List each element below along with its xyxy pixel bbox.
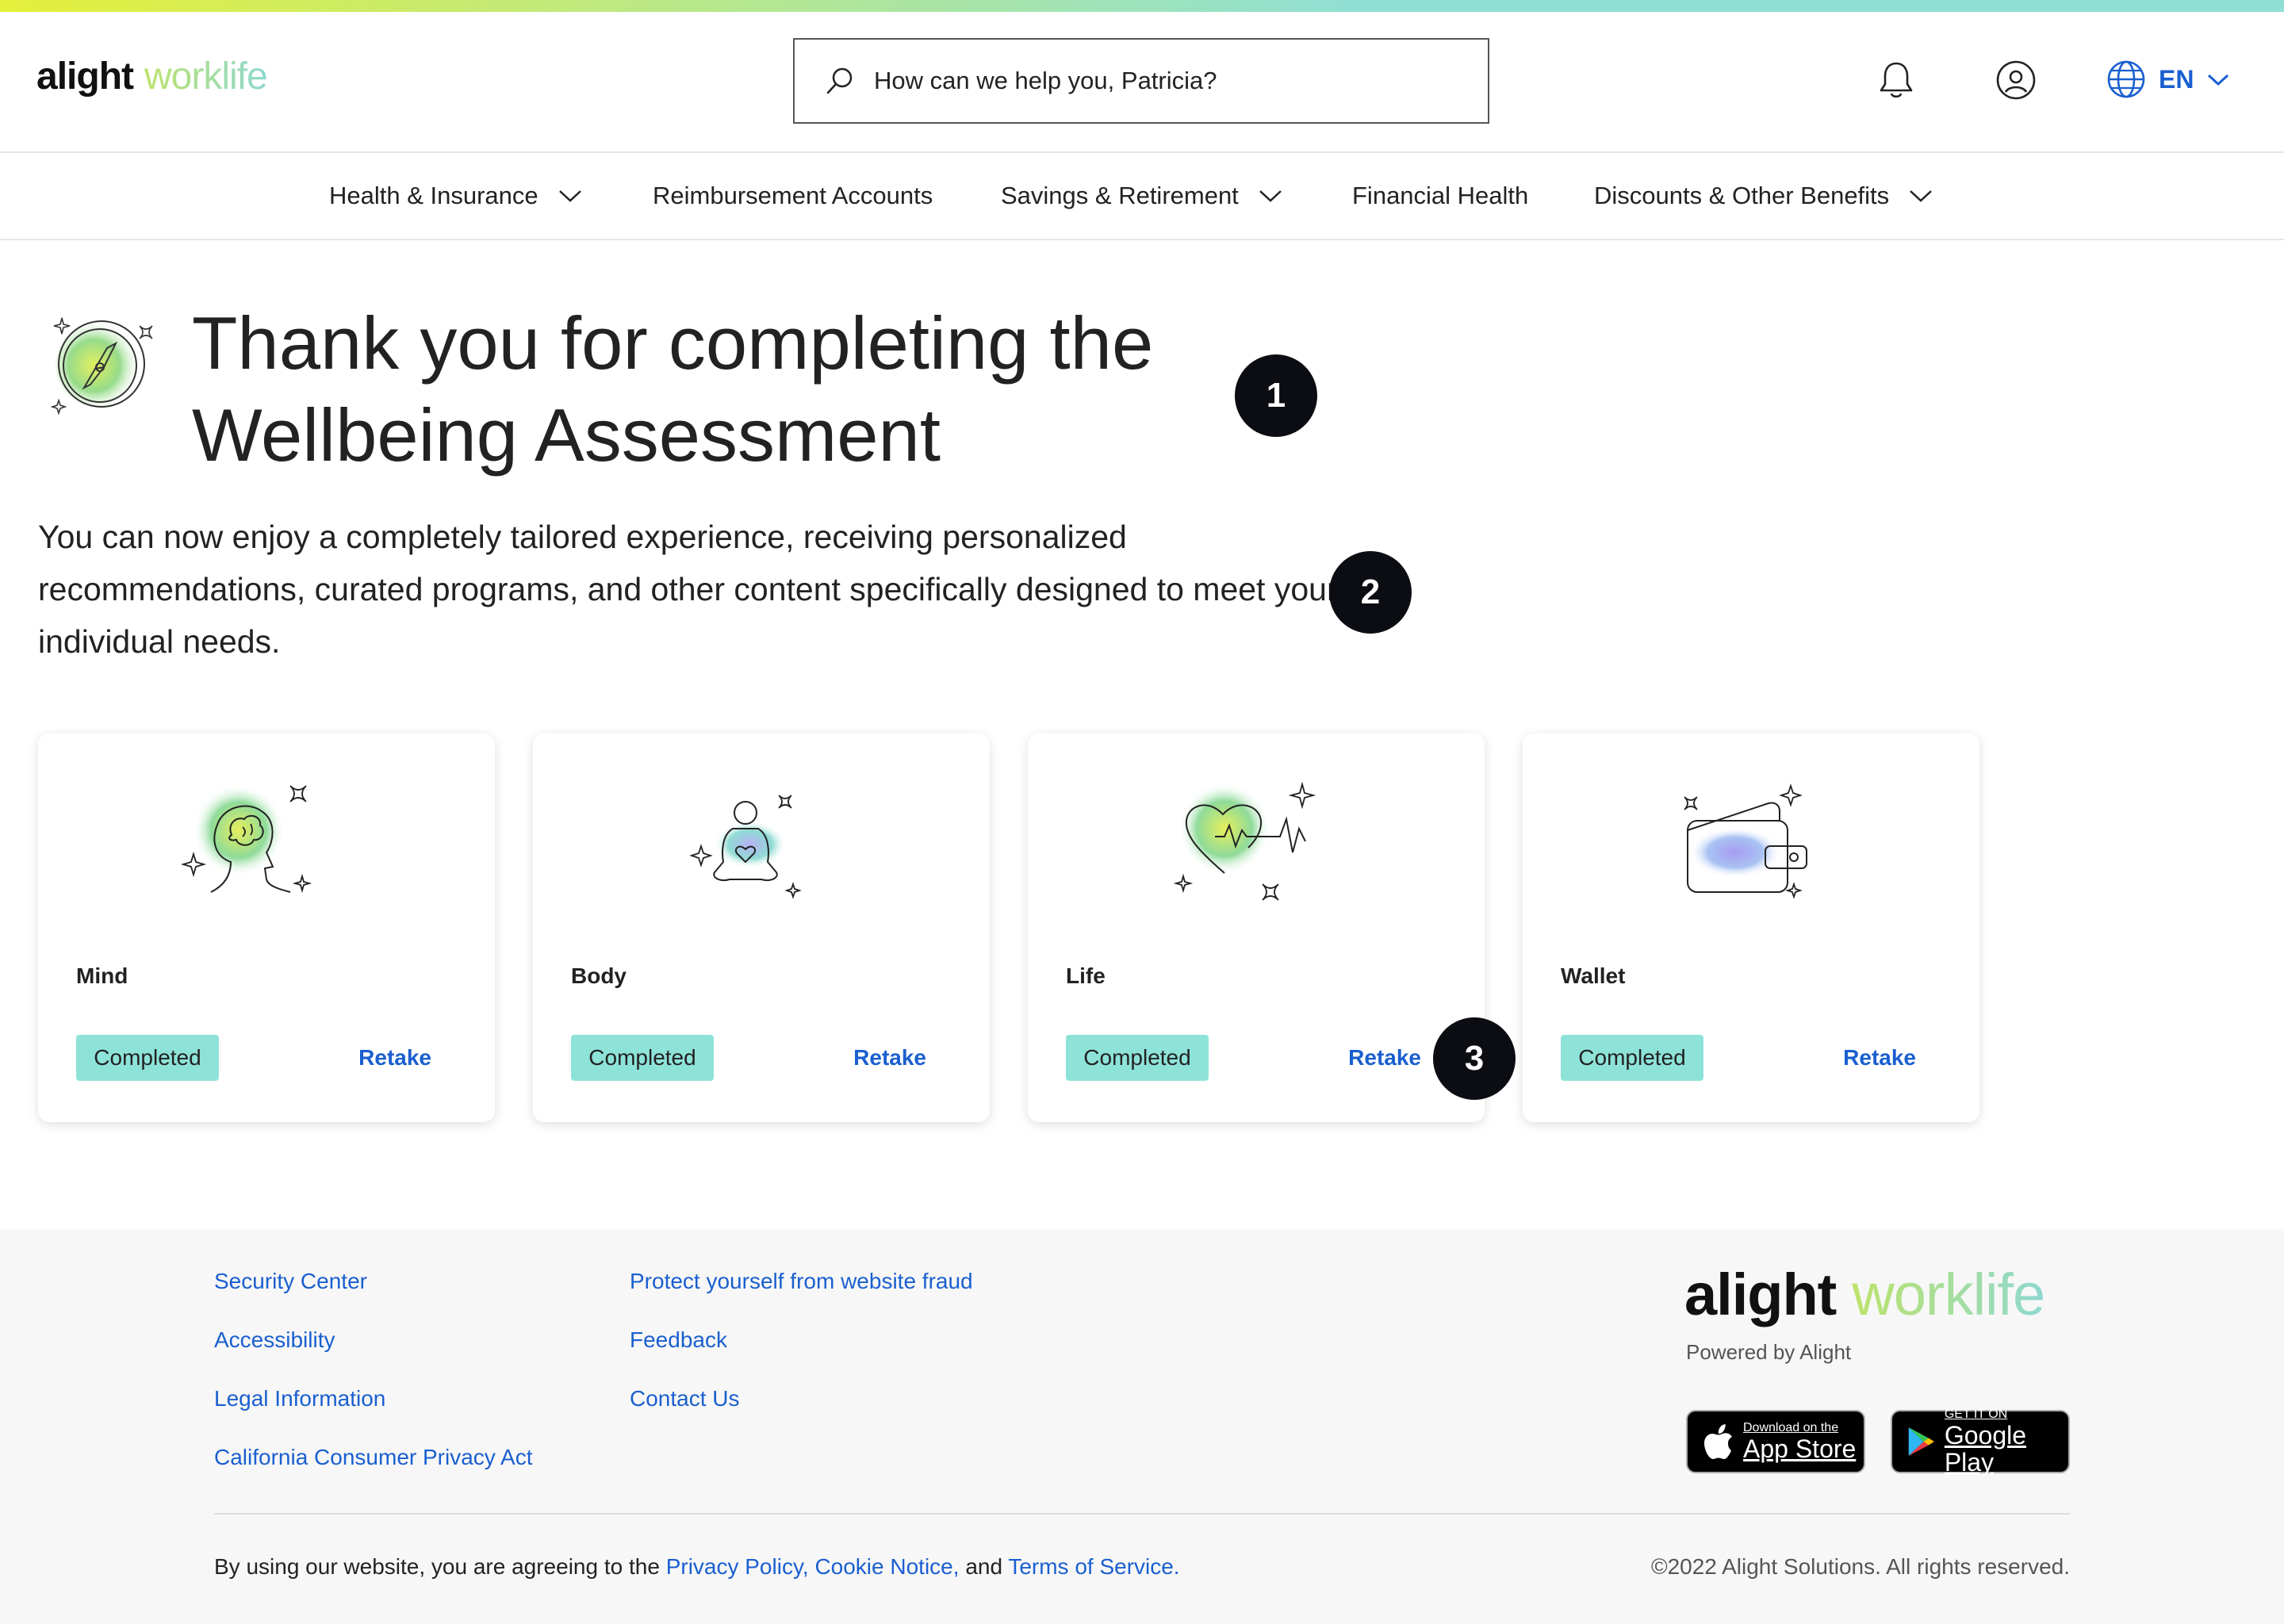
footer-divider xyxy=(214,1513,2070,1515)
chevron-down-icon xyxy=(558,190,581,202)
compass-icon xyxy=(44,312,155,427)
search-box[interactable] xyxy=(793,38,1489,124)
retake-link-life[interactable]: Retake xyxy=(1348,1045,1421,1071)
google-play-icon xyxy=(1908,1427,1934,1456)
brain-head-icon xyxy=(179,773,322,920)
status-badge: Completed xyxy=(1066,1035,1209,1081)
card-title: Life xyxy=(1066,963,1106,988)
footer-link-website-fraud[interactable]: Protect yourself from website fraud xyxy=(630,1269,973,1294)
terms-of-service-link[interactable]: Terms of Service. xyxy=(1008,1554,1179,1579)
footer-link-feedback[interactable]: Feedback xyxy=(630,1327,727,1353)
assessment-card-mind: Mind Completed Retake xyxy=(38,733,495,1122)
assessment-card-body: Body Completed Retake xyxy=(533,733,990,1122)
annotation-marker-2: 2 xyxy=(1329,551,1412,634)
retake-link-wallet[interactable]: Retake xyxy=(1843,1045,1916,1071)
card-title: Body xyxy=(571,963,627,988)
cookie-notice-link[interactable]: Cookie Notice, xyxy=(814,1554,959,1579)
card-title: Wallet xyxy=(1561,963,1626,988)
annotation-marker-3: 3 xyxy=(1433,1017,1516,1100)
status-badge: Completed xyxy=(76,1035,219,1081)
chevron-down-icon xyxy=(1259,190,1282,202)
copyright: ©2022 Alight Solutions. All rights reser… xyxy=(1650,1554,2070,1579)
bell-icon[interactable] xyxy=(1876,59,1916,105)
powered-by-text: Powered by Alight xyxy=(1686,1340,1852,1364)
site-footer: Security Center Accessibility Legal Info… xyxy=(0,1229,2284,1624)
wallet-icon xyxy=(1664,773,1815,920)
meditation-icon xyxy=(674,773,817,920)
search-input[interactable] xyxy=(872,66,1431,96)
top-gradient-bar xyxy=(0,0,2284,12)
footer-link-security-center[interactable]: Security Center xyxy=(214,1269,367,1294)
language-code: EN xyxy=(2159,64,2194,94)
status-badge: Completed xyxy=(571,1035,714,1081)
globe-icon xyxy=(2107,60,2145,98)
language-selector[interactable]: EN xyxy=(2106,59,2230,99)
account-icon[interactable] xyxy=(1995,59,2037,105)
nav-item-financial-health[interactable]: Financial Health xyxy=(1352,182,1528,210)
heartbeat-icon xyxy=(1169,773,1328,920)
brand-logo[interactable]: alight worklife xyxy=(36,55,268,98)
annotation-marker-1: 1 xyxy=(1235,354,1317,437)
nav-item-discounts-other-benefits[interactable]: Discounts & Other Benefits xyxy=(1594,182,1933,210)
legal-notice: By using our website, you are agreeing t… xyxy=(214,1554,1180,1579)
footer-link-contact-us[interactable]: Contact Us xyxy=(630,1386,740,1411)
retake-link-mind[interactable]: Retake xyxy=(358,1045,431,1071)
app-store-button[interactable]: Download on the App Store xyxy=(1686,1410,1865,1473)
apple-icon xyxy=(1704,1424,1732,1459)
footer-brand-logo: alight worklife xyxy=(1684,1262,2045,1327)
retake-link-body[interactable]: Retake xyxy=(853,1045,926,1071)
chevron-down-icon xyxy=(2208,74,2229,86)
google-play-button[interactable]: GET IT ON Google Play xyxy=(1891,1408,2070,1476)
footer-link-ccpa[interactable]: California Consumer Privacy Act xyxy=(214,1445,532,1470)
assessment-card-wallet: Wallet Completed Retake xyxy=(1523,733,1979,1122)
footer-link-accessibility[interactable]: Accessibility xyxy=(214,1327,335,1353)
page-title: Thank you for completing the Wellbeing A… xyxy=(192,301,1154,477)
footer-link-legal-information[interactable]: Legal Information xyxy=(214,1386,385,1411)
chevron-down-icon xyxy=(1910,190,1933,202)
nav-item-health-insurance[interactable]: Health & Insurance xyxy=(329,182,583,210)
assessment-card-life: Life Completed Retake xyxy=(1028,733,1485,1122)
intro-text: You can now enjoy a completely tailored … xyxy=(38,519,1338,660)
privacy-policy-link[interactable]: Privacy Policy, xyxy=(666,1554,809,1579)
status-badge: Completed xyxy=(1561,1035,1703,1081)
search-icon xyxy=(826,67,853,94)
nav-item-reimbursement-accounts[interactable]: Reimbursement Accounts xyxy=(653,182,933,210)
nav-item-savings-retirement[interactable]: Savings & Retirement xyxy=(1001,182,1283,210)
main-nav: Health & Insurance Reimbursement Account… xyxy=(0,153,2284,240)
site-header: alightworklife EN xyxy=(0,12,2284,153)
card-title: Mind xyxy=(76,963,128,988)
